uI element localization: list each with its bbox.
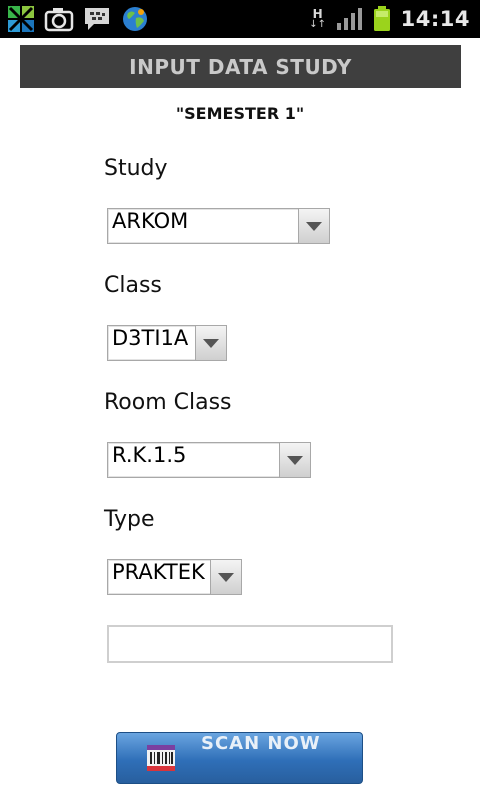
room-class-selected-value: R.K.1.5	[112, 443, 187, 467]
scan-now-button[interactable]: SCAN NOW	[116, 732, 363, 784]
dxhome-icon	[8, 6, 34, 32]
room-class-label: Room Class	[104, 390, 232, 415]
page-title: INPUT DATA STUDY	[129, 54, 352, 79]
signal-icon	[336, 8, 362, 30]
system-status-icons: H ↓↑ 14:14	[309, 0, 470, 38]
type-dropdown[interactable]: PRAKTEK	[107, 559, 242, 595]
battery-icon	[373, 6, 390, 31]
chevron-down-icon[interactable]	[210, 560, 241, 594]
scan-now-label: SCAN NOW	[201, 733, 321, 754]
input-field[interactable]	[107, 625, 393, 663]
study-label: Study	[104, 156, 168, 181]
bbm-icon	[85, 8, 109, 30]
status-bar: H ↓↑ 14:14	[0, 0, 480, 38]
globe-icon	[123, 7, 147, 31]
notification-icons	[6, 3, 150, 35]
chevron-down-icon[interactable]	[195, 326, 226, 360]
class-dropdown[interactable]: D3TI1A	[107, 325, 227, 361]
study-dropdown[interactable]: ARKOM	[107, 208, 330, 244]
chevron-down-icon[interactable]	[298, 209, 329, 243]
room-class-dropdown[interactable]: R.K.1.5	[107, 442, 311, 478]
type-selected-value: PRAKTEK	[112, 560, 205, 584]
class-label: Class	[104, 273, 162, 298]
study-selected-value: ARKOM	[112, 209, 189, 233]
chevron-down-icon[interactable]	[279, 443, 310, 477]
type-label: Type	[104, 507, 155, 532]
clock: 14:14	[400, 7, 470, 31]
network-arrows-icon: H ↓↑	[309, 7, 327, 30]
class-selected-value: D3TI1A	[112, 326, 189, 350]
page-header: INPUT DATA STUDY	[20, 45, 461, 88]
semester-subtitle: "SEMESTER 1"	[175, 104, 305, 123]
barcode-icon	[147, 745, 175, 771]
camera-icon	[44, 8, 74, 32]
